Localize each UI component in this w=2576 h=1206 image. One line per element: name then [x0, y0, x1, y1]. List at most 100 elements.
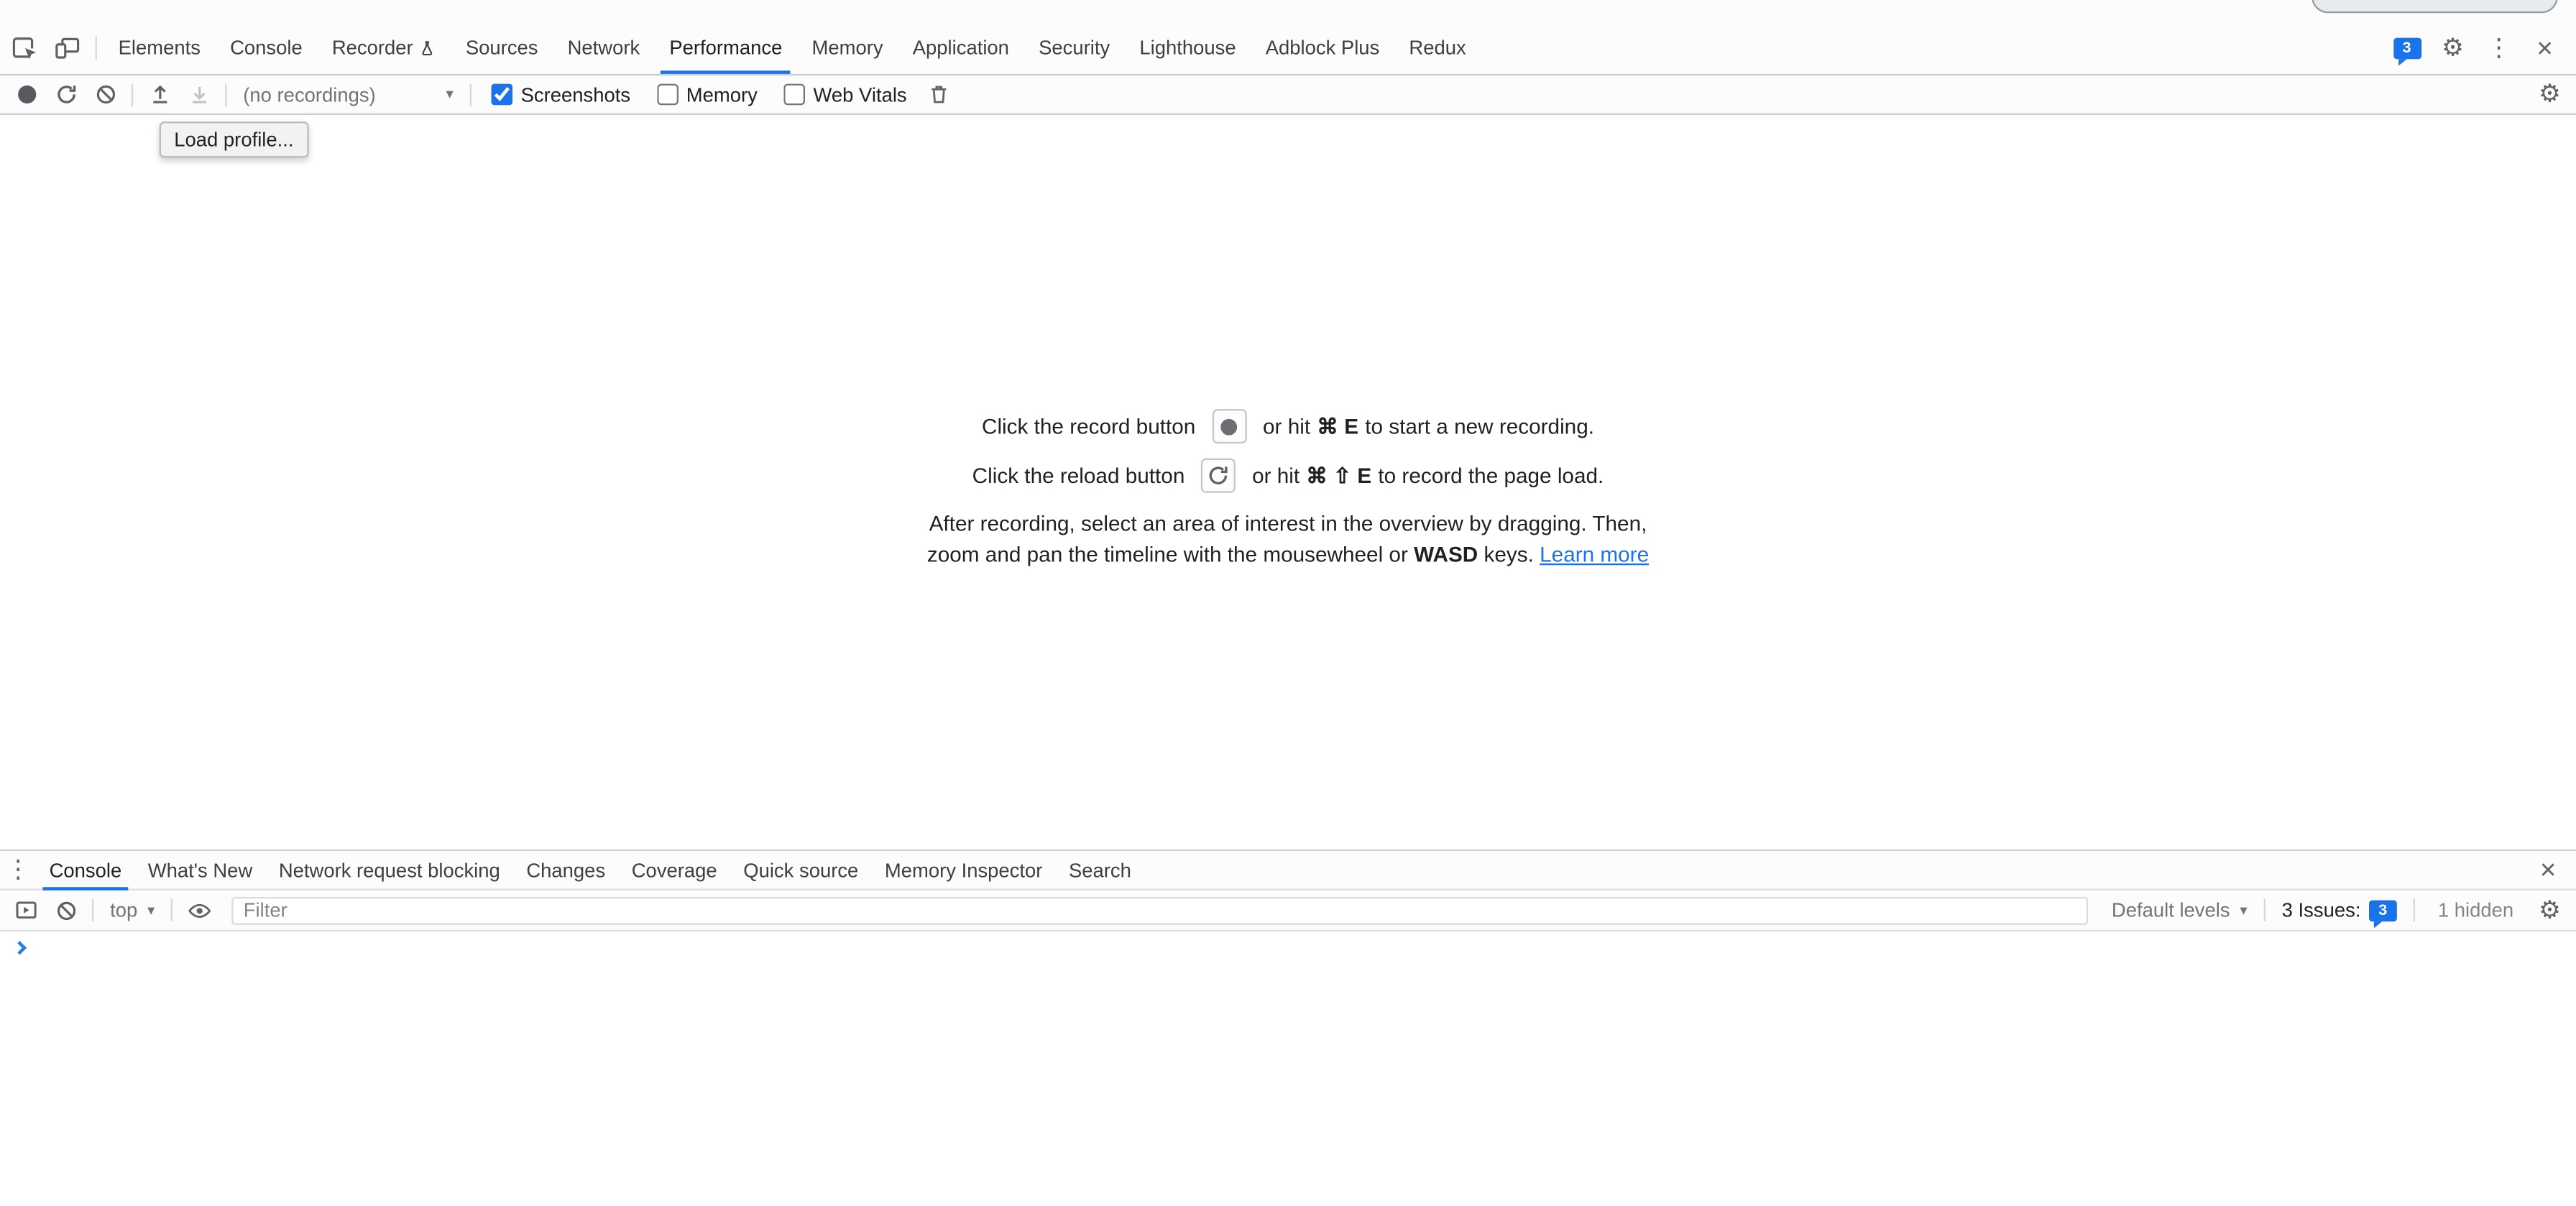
toolbar-divider	[171, 898, 172, 921]
recordings-select-value: (no recordings)	[243, 83, 375, 106]
save-profile-button[interactable]	[179, 76, 218, 112]
load-profile-button[interactable]	[139, 76, 179, 112]
console-sidebar-toggle-icon[interactable]	[6, 892, 46, 928]
toolbar-divider	[225, 83, 226, 106]
clear-recordings-button[interactable]	[86, 76, 125, 112]
close-drawer-icon[interactable]: ×	[2526, 849, 2569, 891]
tab-network[interactable]: Network	[553, 22, 655, 74]
drawer-tab-console[interactable]: Console	[36, 850, 134, 890]
drawer-tab-whats-new[interactable]: What's New	[135, 850, 266, 890]
issues-status[interactable]: 3 Issues: 3	[2272, 898, 2407, 921]
issues-counter[interactable]: 3	[2386, 27, 2428, 69]
learn-more-link[interactable]: Learn more	[1540, 541, 1649, 566]
tab-memory[interactable]: Memory	[797, 22, 898, 74]
toolbar-divider	[132, 83, 133, 106]
devtools-window: Elements Console Recorder Sources Networ…	[0, 0, 2576, 1206]
reload-instruction-line: Click the reload button or hit ⌘ ⇧ E to …	[927, 459, 1649, 493]
drawer-tab-memory-inspector[interactable]: Memory Inspector	[872, 850, 1056, 890]
download-icon	[188, 84, 210, 106]
recordings-select[interactable]: (no recordings) ▾	[234, 83, 464, 106]
chevron-down-icon: ▾	[147, 901, 155, 919]
web-vitals-checkbox-input[interactable]	[783, 84, 805, 106]
performance-toolbar: (no recordings) ▾ Screenshots Memory Web…	[0, 75, 2576, 115]
drawer-tab-changes[interactable]: Changes	[513, 850, 618, 890]
tab-elements[interactable]: Elements	[104, 22, 216, 74]
tab-application[interactable]: Application	[898, 22, 1024, 74]
tab-label: Sources	[466, 36, 538, 59]
hidden-messages-count: 1 hidden	[2421, 898, 2530, 921]
inline-reload-button[interactable]	[1201, 459, 1236, 493]
tab-label: Redux	[1409, 36, 1466, 59]
console-messages-area[interactable]	[0, 931, 2576, 1206]
load-profile-tooltip: Load profile...	[160, 121, 308, 157]
memory-label: Memory	[686, 83, 758, 106]
console-settings-gear-icon[interactable]: ⚙	[2530, 892, 2570, 928]
toolbar-divider	[2264, 898, 2266, 921]
tab-adblock-plus[interactable]: Adblock Plus	[1251, 22, 1394, 74]
tab-label: Changes	[526, 858, 605, 881]
web-vitals-checkbox[interactable]: Web Vitals	[783, 83, 906, 106]
record-icon	[1221, 418, 1238, 435]
close-devtools-icon[interactable]: ×	[2524, 27, 2566, 69]
tab-label: Security	[1039, 36, 1110, 59]
toolbar-divider	[96, 36, 97, 59]
delete-recording-button[interactable]	[920, 76, 960, 112]
memory-checkbox[interactable]: Memory	[657, 83, 758, 106]
tab-console[interactable]: Console	[216, 22, 318, 74]
create-live-expression-icon[interactable]	[180, 892, 219, 928]
tab-sources[interactable]: Sources	[451, 22, 553, 74]
tab-label: Console	[50, 858, 122, 881]
tab-label: Coverage	[632, 858, 717, 881]
clear-console-icon[interactable]	[46, 892, 86, 928]
log-levels-value: Default levels	[2112, 898, 2230, 921]
reload-icon	[55, 84, 77, 106]
tab-label: Elements	[119, 36, 201, 59]
screenshots-checkbox[interactable]: Screenshots	[491, 83, 630, 106]
reload-shortcut-keys: ⌘ ⇧ E	[1306, 463, 1371, 489]
record-button[interactable]	[6, 76, 46, 112]
drawer-tab-search[interactable]: Search	[1056, 850, 1145, 890]
inspect-element-icon[interactable]	[4, 27, 46, 69]
record-icon	[17, 86, 35, 103]
drawer-tab-coverage[interactable]: Coverage	[618, 850, 730, 890]
log-levels-select[interactable]: Default levels ▾	[2102, 898, 2257, 921]
record-instruction-line: Click the record button or hit ⌘ E to st…	[927, 410, 1649, 444]
device-toolbar-icon[interactable]	[46, 27, 88, 69]
tab-recorder[interactable]: Recorder	[317, 22, 451, 74]
tab-label: Network request blocking	[279, 858, 500, 881]
drawer-tab-bar: ⋮ Console What's New Network request blo…	[0, 851, 2576, 890]
memory-checkbox-input[interactable]	[657, 84, 678, 106]
tab-label: Memory Inspector	[885, 858, 1043, 881]
tab-label: Quick source	[743, 858, 858, 881]
performance-empty-state: Click the record button or hit ⌘ E to st…	[927, 395, 1649, 569]
console-filter-input[interactable]	[232, 896, 2089, 924]
performance-panel: Load profile... Click the record button …	[0, 115, 2576, 850]
tab-redux[interactable]: Redux	[1394, 22, 1481, 74]
chevron-down-icon: ▾	[446, 86, 454, 103]
reload-and-record-button[interactable]	[46, 76, 86, 112]
screenshots-checkbox-input[interactable]	[491, 84, 512, 106]
tab-security[interactable]: Security	[1024, 22, 1125, 74]
capture-settings-gear-icon[interactable]: ⚙	[2530, 76, 2570, 112]
console-prompt-row[interactable]	[0, 931, 2576, 966]
tab-label: What's New	[148, 858, 252, 881]
settings-gear-icon[interactable]: ⚙	[2432, 27, 2474, 69]
tooltip-text: Load profile...	[174, 128, 293, 151]
record-instruction-post: to start a new recording.	[1365, 415, 1594, 439]
inline-record-button[interactable]	[1212, 410, 1246, 444]
reload-instruction-mid: or hit	[1252, 464, 1300, 488]
hint-line1: After recording, select an area of inter…	[929, 512, 1647, 536]
trash-icon	[929, 84, 951, 106]
context-select-value: top	[110, 898, 137, 921]
drawer-tab-quick-source[interactable]: Quick source	[730, 850, 872, 890]
reload-instruction-post: to record the page load.	[1378, 464, 1604, 488]
tab-performance[interactable]: Performance	[655, 22, 797, 74]
drawer-tab-network-request-blocking[interactable]: Network request blocking	[266, 850, 514, 890]
toolbar-divider	[470, 83, 472, 106]
tab-lighthouse[interactable]: Lighthouse	[1125, 22, 1251, 74]
more-options-icon[interactable]: ⋮	[2478, 27, 2520, 69]
javascript-context-select[interactable]: top ▾	[100, 898, 165, 921]
upload-icon	[149, 84, 170, 106]
issues-count: 3	[2378, 901, 2387, 919]
drawer-more-tools-icon[interactable]: ⋮	[0, 850, 36, 890]
